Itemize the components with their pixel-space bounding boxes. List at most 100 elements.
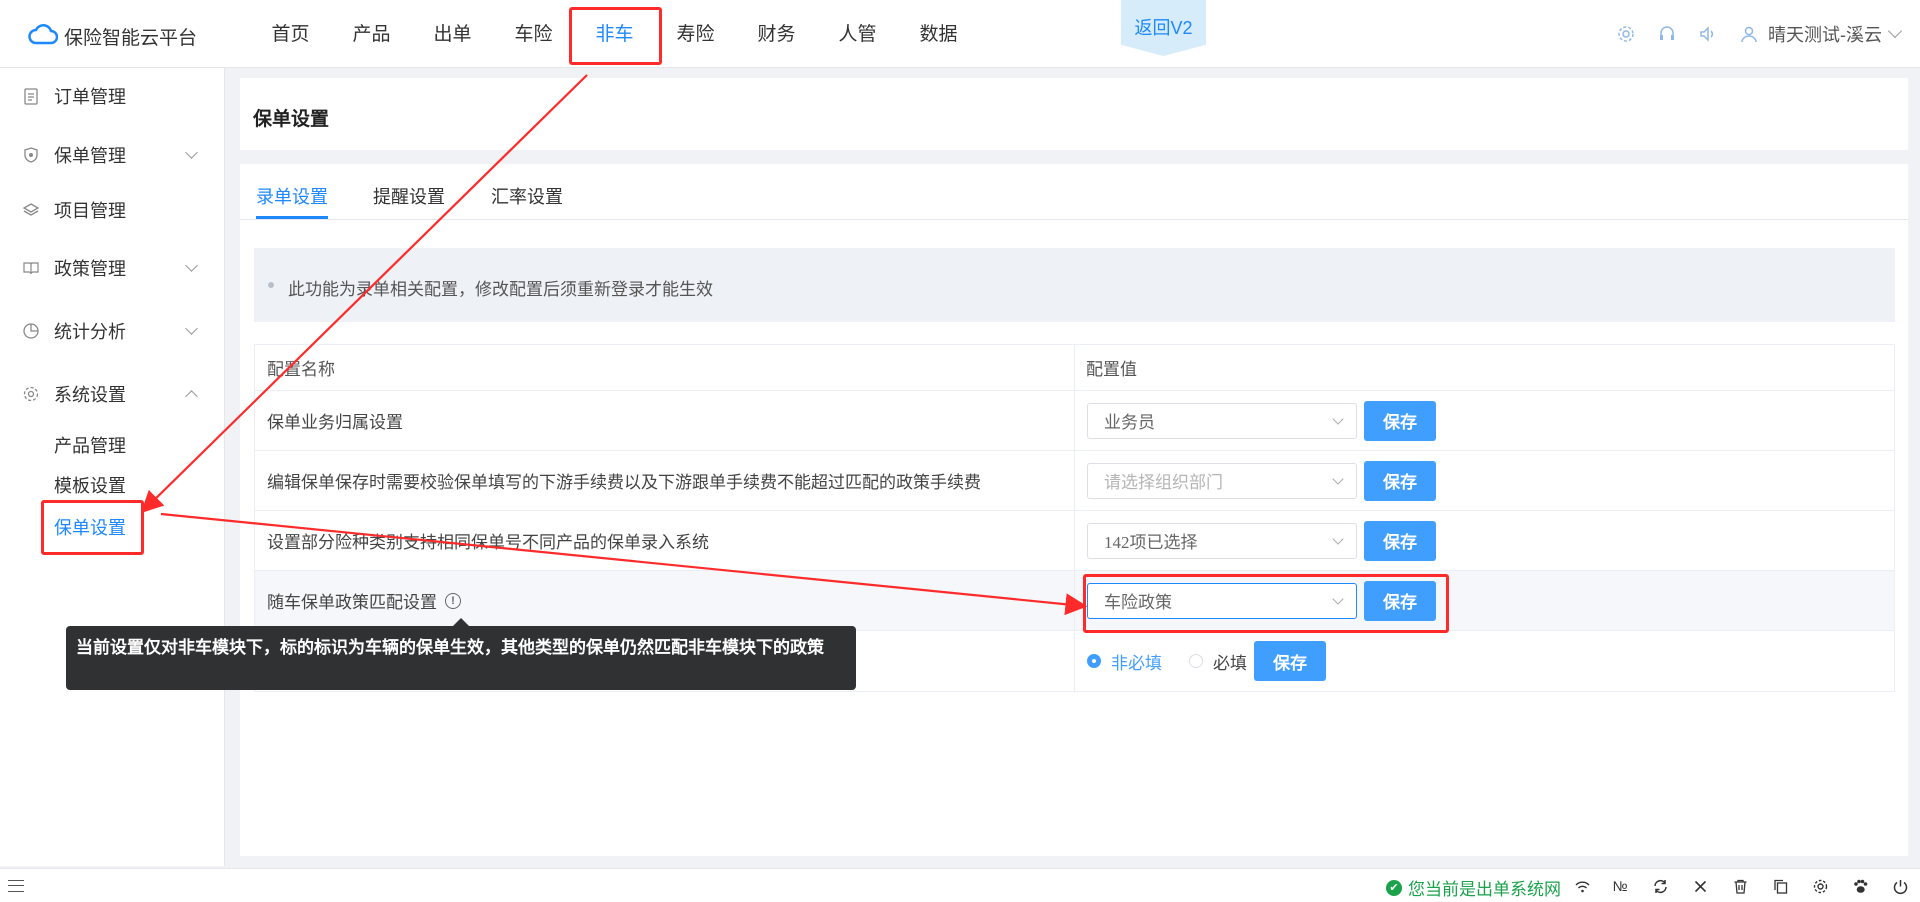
nav-item-home[interactable]: 首页: [250, 0, 331, 68]
table-row: 保单业务归属设置 业务员 保存: [255, 391, 1894, 451]
sidebar-item-label: 项目管理: [54, 201, 126, 221]
select-value: 业务员: [1104, 413, 1155, 432]
table-header-row: 配置名称 配置值: [255, 345, 1894, 391]
insurance-category-select[interactable]: 142项已选择: [1087, 522, 1357, 559]
save-button[interactable]: 保存: [1364, 520, 1436, 561]
bullet-dot-icon: [268, 282, 274, 288]
book-icon: [22, 259, 40, 277]
user-name[interactable]: 晴天测试-溪云: [1768, 21, 1882, 47]
sidebar-item-label: 统计分析: [54, 322, 126, 342]
chevron-down-icon: [1332, 472, 1344, 485]
nav-item-product[interactable]: 产品: [331, 0, 412, 68]
sidebar-item-label: 订单管理: [54, 87, 126, 107]
sidebar-item-label: 系统设置: [54, 385, 126, 405]
app-name: 保险智能云平台: [64, 28, 198, 49]
sidebar-item-policy-rules[interactable]: 政策管理: [0, 248, 225, 288]
sidebar: 订单管理 保单管理 项目管理 政策管理 统计分析 系统设置 产品管理 模板设置 …: [0, 68, 225, 866]
app-logo[interactable]: 保险智能云平台: [28, 22, 197, 51]
sidebar-item-label: 保单管理: [54, 146, 126, 166]
page-title: 保单设置: [253, 109, 330, 130]
header-actions: 晴天测试-溪云: [1598, 0, 1903, 68]
config-name-cell: 随车保单政策匹配设置 !: [267, 571, 461, 630]
menu-icon[interactable]: [8, 880, 24, 892]
sidebar-item-policies[interactable]: 保单管理: [0, 135, 225, 175]
settings-icon[interactable]: [1810, 875, 1830, 897]
save-button[interactable]: 保存: [1364, 400, 1436, 441]
nav-item-life[interactable]: 寿险: [655, 0, 736, 68]
notice-text: 此功能为录单相关配置，修改配置后须重新登录才能生效: [288, 280, 713, 299]
save-button[interactable]: 保存: [1364, 460, 1436, 501]
layers-icon: [22, 201, 40, 219]
annotation-box-sidebar: [41, 500, 144, 555]
status-actions: №: [1574, 875, 1920, 897]
chevron-down-icon: [185, 259, 198, 272]
clipboard-icon: [22, 87, 40, 105]
sidebar-item-system-settings[interactable]: 系统设置: [0, 374, 225, 414]
sidebar-item-orders[interactable]: 订单管理: [0, 76, 225, 116]
config-name: 随车保单政策匹配设置: [267, 593, 437, 612]
business-owner-select[interactable]: 业务员: [1087, 402, 1357, 439]
return-v2-button[interactable]: 返回V2: [1121, 0, 1206, 56]
radio-label: 非必填: [1111, 653, 1162, 673]
info-icon[interactable]: !: [445, 592, 461, 609]
speaker-icon[interactable]: [1695, 21, 1721, 47]
chevron-up-icon: [185, 390, 198, 403]
power-icon[interactable]: [1890, 875, 1910, 897]
table-row: 设置部分险种类别支持相同保单号不同产品的保单录入系统 142项已选择 保存: [255, 511, 1894, 571]
sidebar-subitem-products[interactable]: 产品管理: [54, 432, 126, 458]
copy-icon[interactable]: [1770, 875, 1790, 897]
radio-label: 必填: [1213, 653, 1247, 673]
wifi-icon[interactable]: [1572, 875, 1592, 897]
numero-icon[interactable]: №: [1610, 875, 1630, 897]
save-button[interactable]: 保存: [1254, 641, 1326, 681]
paw-icon[interactable]: [1850, 875, 1870, 897]
tab-exchange-rate-settings[interactable]: 汇率设置: [491, 183, 563, 209]
page-header: 保单设置: [240, 78, 1908, 150]
department-select[interactable]: 请选择组织部门: [1087, 462, 1357, 499]
shield-icon: [22, 146, 40, 164]
info-notice: 此功能为录单相关配置，修改配置后须重新登录才能生效: [254, 248, 1895, 322]
config-name: 设置部分险种类别支持相同保单号不同产品的保单录入系统: [267, 533, 709, 552]
annotation-box-nav: [569, 7, 662, 65]
column-header-name: 配置名称: [267, 360, 335, 379]
chevron-down-icon: [185, 146, 198, 159]
status-text: 您当前是出单系统网: [1408, 880, 1561, 899]
nav-item-data[interactable]: 数据: [898, 0, 979, 68]
refresh-icon[interactable]: [1650, 875, 1670, 897]
status-bar: ✔ 您当前是出单系统网 №: [0, 868, 1920, 902]
table-row: 编辑保单保存时需要校验保单填写的下游手续费以及下游跟单手续费不能超过匹配的政策手…: [255, 451, 1894, 511]
headset-icon[interactable]: [1654, 21, 1680, 47]
chevron-down-icon: [1332, 412, 1344, 425]
close-icon[interactable]: [1690, 875, 1710, 897]
nav-item-hr[interactable]: 人管: [817, 0, 898, 68]
config-name: 编辑保单保存时需要校验保单填写的下游手续费以及下游跟单手续费不能超过匹配的政策手…: [267, 473, 981, 492]
pie-chart-icon: [22, 322, 40, 340]
sidebar-item-statistics[interactable]: 统计分析: [0, 311, 225, 351]
tab-active-indicator: [256, 216, 328, 219]
connection-status: ✔ 您当前是出单系统网: [1386, 875, 1561, 900]
check-icon: ✔: [1386, 879, 1402, 896]
radio-optional[interactable]: 非必填: [1087, 649, 1162, 674]
settings-panel: 录单设置 提醒设置 汇率设置 此功能为录单相关配置，修改配置后须重新登录才能生效…: [240, 164, 1908, 856]
radio-circle: [1087, 654, 1101, 668]
radio-circle: [1189, 654, 1203, 668]
select-placeholder: 请选择组织部门: [1104, 473, 1223, 492]
user-icon[interactable]: [1736, 21, 1762, 47]
top-bar: 保险智能云平台 首页 产品 出单 车险 非车 寿险 财务 人管 数据 返回V2 …: [0, 0, 1920, 68]
cloud-logo-icon: [28, 22, 59, 51]
tab-reminder-settings[interactable]: 提醒设置: [373, 183, 445, 209]
tab-entry-settings[interactable]: 录单设置: [256, 183, 328, 209]
tab-bar: 录单设置 提醒设置 汇率设置: [240, 164, 1908, 220]
sidebar-subitem-templates[interactable]: 模板设置: [54, 472, 126, 498]
radio-required[interactable]: 必填: [1189, 649, 1247, 674]
select-value: 142项已选择: [1104, 533, 1198, 552]
chevron-down-icon[interactable]: [1887, 23, 1903, 39]
settings-icon[interactable]: [1613, 21, 1639, 47]
gear-icon: [22, 385, 40, 403]
nav-item-issue[interactable]: 出单: [412, 0, 493, 68]
nav-item-finance[interactable]: 财务: [736, 0, 817, 68]
trash-icon[interactable]: [1730, 875, 1750, 897]
nav-item-auto[interactable]: 车险: [493, 0, 574, 68]
column-header-value: 配置值: [1086, 360, 1137, 379]
sidebar-item-projects[interactable]: 项目管理: [0, 190, 225, 230]
